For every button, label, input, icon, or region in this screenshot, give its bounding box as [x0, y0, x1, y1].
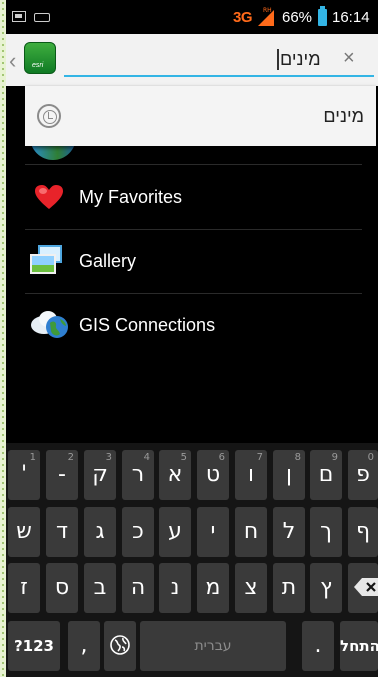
key[interactable]: מ: [197, 563, 229, 613]
list-item-label: GIS Connections: [79, 315, 216, 335]
key[interactable]: 6ט: [197, 450, 229, 500]
key[interactable]: 5א: [159, 450, 191, 500]
key[interactable]: ץ: [310, 563, 342, 613]
suggestion-text: מינים: [323, 106, 364, 126]
search-suggestion[interactable]: מינים: [25, 86, 376, 146]
status-clock: 16:14: [332, 9, 370, 26]
language-key[interactable]: [104, 621, 136, 671]
key[interactable]: ך: [310, 507, 342, 557]
back-chevron-icon[interactable]: ‹: [9, 48, 16, 74]
history-clock-icon: [37, 104, 61, 128]
device-screen: 3G RH 66% 16:14 ‹ esri מינים × My Favori…: [6, 0, 378, 677]
key[interactable]: ת: [273, 563, 305, 613]
list-item-gallery[interactable]: Gallery: [25, 231, 362, 294]
key[interactable]: ה: [122, 563, 154, 613]
key[interactable]: 9ם: [310, 450, 342, 500]
list-item-label: Gallery: [79, 251, 137, 271]
gallery-icon: [30, 245, 64, 277]
key[interactable]: 7ו: [235, 450, 267, 500]
key[interactable]: ד: [46, 507, 78, 557]
list-item-gis-connections[interactable]: GIS Connections: [25, 295, 362, 358]
key[interactable]: נ: [159, 563, 191, 613]
key[interactable]: ף: [348, 507, 378, 557]
app-logo-text: esri: [32, 62, 44, 69]
signal-tag: RH: [263, 7, 272, 14]
key[interactable]: צ: [235, 563, 267, 613]
backspace-icon: [354, 578, 378, 596]
comma-key[interactable]: ,: [68, 621, 100, 671]
backspace-key[interactable]: [348, 563, 378, 613]
signal-icon: RH: [258, 7, 274, 26]
notification-image-icon: [12, 11, 26, 22]
search-action-bar: ‹ esri מינים ×: [6, 34, 378, 86]
list-item-my-favorites[interactable]: My Favorites: [25, 167, 362, 230]
key[interactable]: ב: [84, 563, 116, 613]
clear-search-icon[interactable]: ×: [343, 47, 355, 70]
key[interactable]: 1 ': [8, 450, 40, 500]
battery-percent: 66%: [282, 9, 313, 26]
enter-key[interactable]: התחל: [340, 621, 378, 671]
key[interactable]: 3ק: [84, 450, 116, 500]
cloud-globe-icon: [31, 311, 68, 338]
search-input[interactable]: מינים: [280, 49, 321, 70]
divider: [25, 293, 362, 294]
globe-language-icon: [110, 635, 130, 655]
app-logo-icon[interactable]: esri: [24, 42, 56, 74]
keyboard-notification-icon: [34, 13, 50, 22]
key[interactable]: ג: [84, 507, 116, 557]
space-bar[interactable]: עברית: [140, 621, 286, 671]
network-type: 3G: [233, 9, 253, 26]
symbols-key[interactable]: ?123: [8, 621, 60, 671]
divider: [25, 229, 362, 230]
key[interactable]: י: [197, 507, 229, 557]
key[interactable]: 8ן: [273, 450, 305, 500]
key[interactable]: ל: [273, 507, 305, 557]
key[interactable]: ש: [8, 507, 40, 557]
period-key[interactable]: .: [302, 621, 334, 671]
text-cursor: [277, 49, 279, 70]
hebrew-keyboard: 1 ' 2- 3ק 4ר 5א 6ט 7ו 8ן 9ם 0פ ש ד ג כ ע …: [6, 443, 378, 677]
key[interactable]: 0פ: [348, 450, 378, 500]
key[interactable]: ח: [235, 507, 267, 557]
key[interactable]: ס: [46, 563, 78, 613]
heart-icon: [35, 185, 63, 209]
divider: [25, 164, 362, 165]
list-item-label: My Favorites: [79, 187, 183, 207]
key[interactable]: 4ר: [122, 450, 154, 500]
key[interactable]: 2-: [46, 450, 78, 500]
search-underline: [64, 75, 374, 77]
key[interactable]: ז: [8, 563, 40, 613]
status-bar: 3G RH 66% 16:14: [6, 0, 378, 34]
key[interactable]: ע: [159, 507, 191, 557]
battery-icon: [318, 6, 327, 26]
key[interactable]: כ: [122, 507, 154, 557]
